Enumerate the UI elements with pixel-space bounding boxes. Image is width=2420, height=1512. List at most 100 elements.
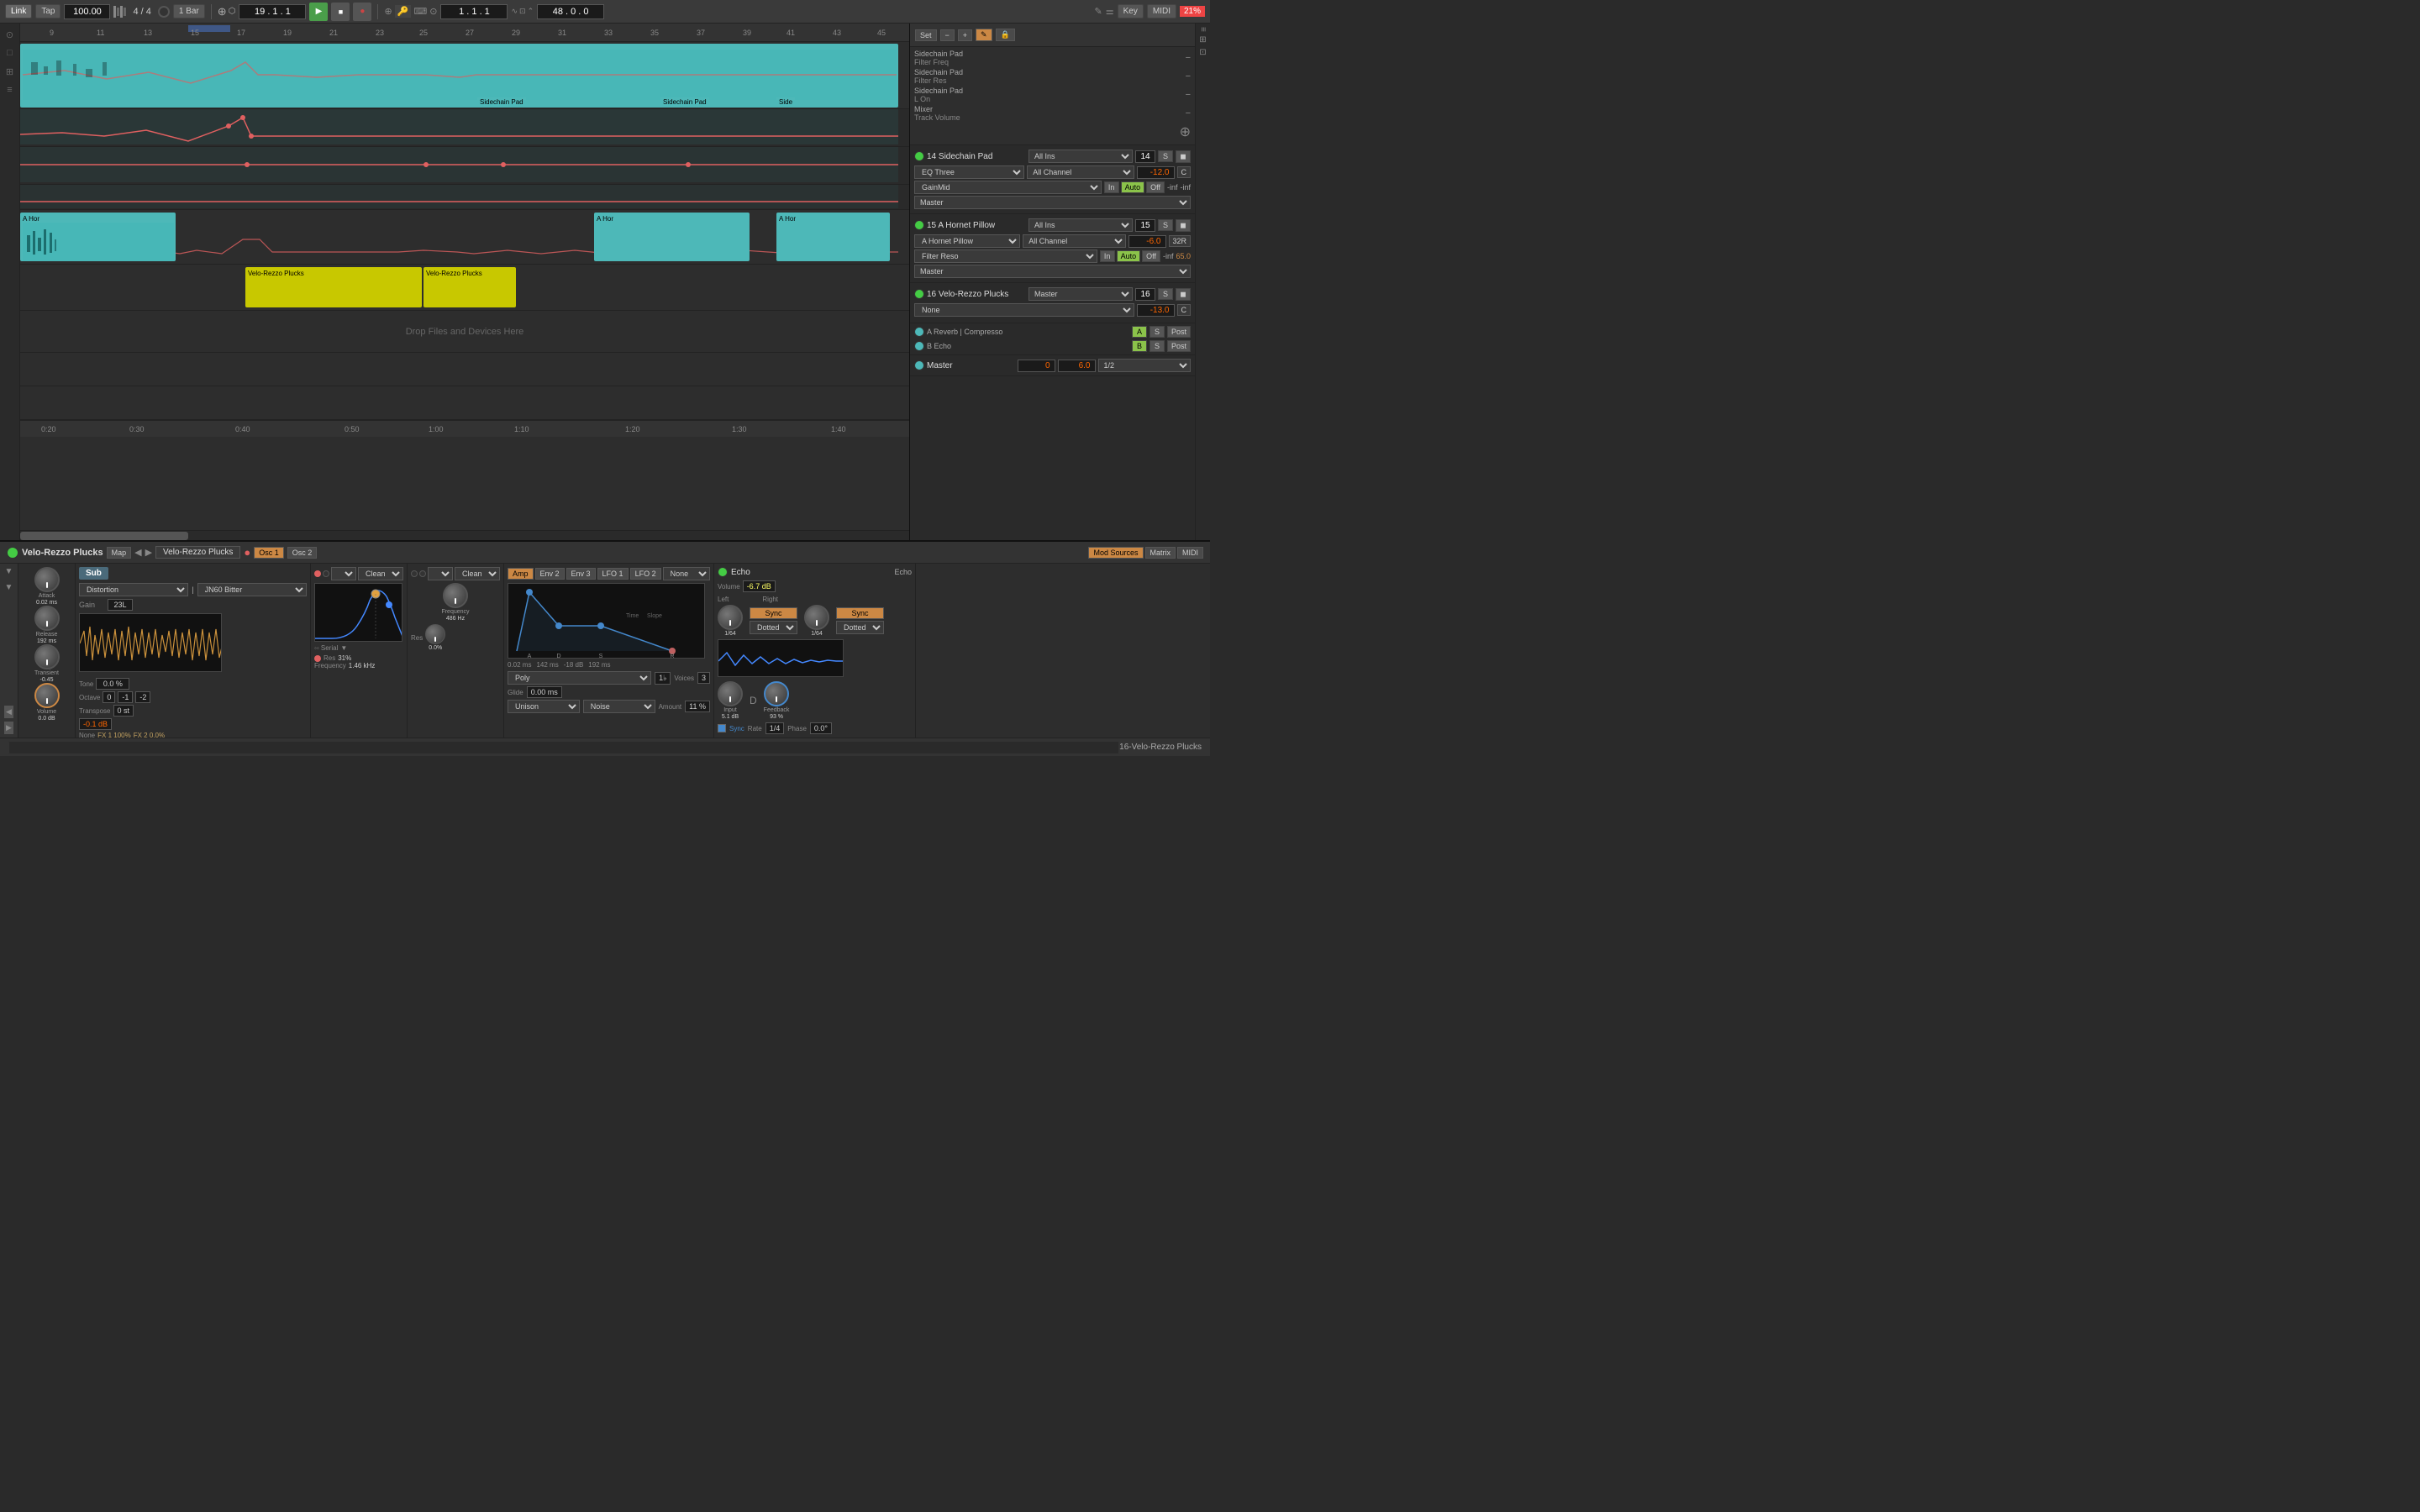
right-sidebar-icon1[interactable]: ≡	[1198, 27, 1207, 32]
status-scrollbar[interactable]	[8, 741, 1119, 754]
osc2-tab[interactable]: Osc 2	[287, 547, 318, 559]
noise-select[interactable]: Noise	[583, 700, 655, 713]
filter2-clean[interactable]: Clean	[455, 567, 500, 580]
bpm-display[interactable]: 100.00	[64, 4, 110, 19]
time-signature[interactable]: 4 / 4	[129, 7, 154, 17]
oct-m1[interactable]: -1	[118, 691, 133, 703]
send-b-btn[interactable]: B	[1132, 340, 1147, 352]
send-b-post-btn[interactable]: Post	[1167, 340, 1191, 352]
pencil-btn[interactable]: ✎	[976, 29, 992, 41]
track14-dest-select[interactable]: Master	[914, 196, 1191, 209]
bottom-map-btn[interactable]: Map	[107, 547, 132, 559]
clip-ctrl4[interactable]: ⊙	[429, 6, 437, 17]
track14-device-gain[interactable]: GainMid	[914, 181, 1102, 194]
amp-tab[interactable]: Amp	[508, 568, 534, 580]
phase-val[interactable]: 0.0°	[810, 722, 832, 734]
track15-s-btn[interactable]: S	[1158, 219, 1173, 231]
sub-btn[interactable]: Sub	[79, 567, 108, 580]
serial-down[interactable]: ▼	[340, 644, 347, 652]
position-display[interactable]: 19 . 1 . 1	[239, 4, 306, 19]
led-track14[interactable]	[914, 151, 924, 161]
voices-val[interactable]: 3	[697, 672, 710, 684]
track16-patch[interactable]: None	[914, 303, 1134, 317]
bottom-instrument-title[interactable]: Velo-Rezzo Plucks	[155, 546, 240, 559]
midi-btn[interactable]: MIDI	[1147, 4, 1176, 18]
lfo1-tab[interactable]: LFO 1	[597, 568, 629, 580]
tone-val[interactable]: 0.0 %	[96, 678, 129, 690]
filter1-num[interactable]: 12	[331, 567, 356, 580]
send-a-btn[interactable]: A	[1132, 326, 1147, 338]
stop-button[interactable]: ■	[331, 3, 350, 21]
bp-nav-down2[interactable]: ▼	[5, 583, 13, 592]
sync-checkbox[interactable]	[718, 724, 726, 732]
set-button[interactable]: Set	[915, 29, 937, 41]
right-sidebar-icon3[interactable]: ⊡	[1199, 48, 1206, 57]
tap-button[interactable]: Tap	[35, 4, 60, 18]
attack-knob[interactable]	[34, 567, 60, 592]
right-sidebar-icon2[interactable]: ⊞	[1199, 35, 1206, 45]
plus-btn[interactable]: +	[958, 29, 972, 41]
track14-routing-ch[interactable]: All Channel	[1027, 165, 1134, 179]
track15-auto-btn[interactable]: Auto	[1117, 250, 1141, 262]
minus-icon-3[interactable]: −	[1186, 90, 1191, 100]
matrix-tab[interactable]: Matrix	[1145, 547, 1176, 559]
track14-auto-btn[interactable]: Auto	[1121, 181, 1145, 193]
track14-s-btn[interactable]: S	[1158, 150, 1173, 162]
track16-m-btn[interactable]: ◼	[1176, 288, 1191, 301]
track15-dest-select[interactable]: Master	[914, 265, 1191, 278]
dist-select[interactable]: Distortion	[79, 583, 188, 596]
clip-hornet-1[interactable]: A Hor	[20, 213, 176, 261]
bottom-led[interactable]	[7, 547, 18, 559]
input-knob[interactable]	[718, 681, 743, 706]
sidebar-icon-3[interactable]: ⊞	[3, 64, 18, 79]
led-send-b[interactable]	[914, 341, 924, 351]
res2-knob[interactable]	[425, 624, 445, 644]
key-btn[interactable]: Key	[1118, 4, 1144, 18]
clip-ctrl2[interactable]: 🔑	[395, 5, 412, 18]
clip-hornet-3[interactable]: A Hor	[776, 213, 890, 261]
poly-select[interactable]: Poly	[508, 671, 651, 685]
unison-select[interactable]: Unison	[508, 700, 580, 713]
amp-none-select[interactable]: None	[663, 567, 710, 580]
master-vol[interactable]: 0	[1018, 360, 1055, 372]
h-scrollbar[interactable]	[20, 530, 909, 540]
rate-val[interactable]: 1/4	[765, 722, 785, 734]
feedback-knob[interactable]	[764, 681, 789, 706]
track14-off-btn[interactable]: Off	[1146, 181, 1165, 193]
right-rate-knob[interactable]	[804, 605, 829, 630]
sidebar-icon-4[interactable]: ≡	[3, 82, 18, 97]
track15-routing-ch[interactable]: All Channel	[1023, 234, 1125, 248]
transpose-val[interactable]: 0 st	[113, 705, 134, 717]
track14-m-btn[interactable]: ◼	[1176, 150, 1191, 163]
clip-hornet-2[interactable]: A Hor	[594, 213, 750, 261]
send-a-post-btn[interactable]: Post	[1167, 326, 1191, 338]
track15-routing-in[interactable]: All Ins	[1028, 218, 1133, 232]
time-display[interactable]: 1 . 1 . 1	[440, 4, 508, 19]
minus-icon-2[interactable]: −	[1186, 71, 1191, 81]
track15-patch[interactable]: A Hornet Pillow	[914, 234, 1020, 248]
echo-led[interactable]	[718, 567, 728, 577]
sync-btn-r[interactable]: Sync	[836, 607, 884, 619]
led-track16[interactable]	[914, 289, 924, 299]
track16-s-btn[interactable]: S	[1158, 288, 1173, 300]
volume-knob[interactable]	[34, 683, 60, 708]
bp-nav-icon4[interactable]: ▶	[4, 722, 13, 734]
bottom-rec-icon[interactable]: ●	[244, 546, 250, 559]
oct-0[interactable]: 0	[103, 691, 115, 703]
link-button[interactable]: Link	[5, 4, 32, 18]
freq2-knob[interactable]	[443, 583, 468, 608]
osc1-tab[interactable]: Osc 1	[254, 547, 284, 559]
lfo2-tab[interactable]: LFO 2	[630, 568, 661, 580]
track16-pan[interactable]: C	[1177, 304, 1192, 316]
sidebar-icon-1[interactable]: ⊙	[3, 27, 18, 42]
minus-icon-4[interactable]: −	[1186, 108, 1191, 118]
filter2-num[interactable]: 12	[428, 567, 453, 580]
led-send-a[interactable]	[914, 327, 924, 337]
echo-vol-val[interactable]: -6.7 dB	[743, 580, 776, 592]
left-rate-knob[interactable]	[718, 605, 743, 630]
track15-in-btn[interactable]: In	[1100, 250, 1115, 262]
track15-volume[interactable]: -6.0	[1128, 235, 1166, 248]
play-button[interactable]: ▶	[309, 3, 328, 21]
bp-nav-down1[interactable]: ▼	[5, 567, 13, 576]
track15-pan[interactable]: 32R	[1169, 235, 1192, 247]
